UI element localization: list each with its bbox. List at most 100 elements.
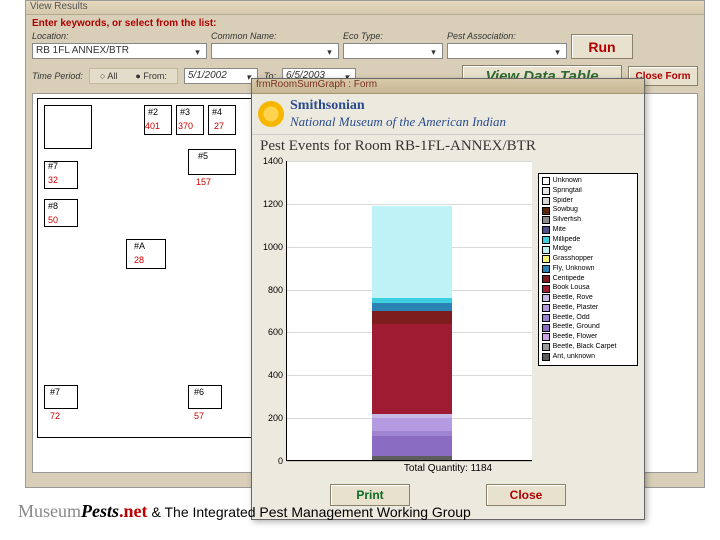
legend-item: Midge: [542, 245, 634, 254]
bar-segment: [372, 418, 452, 431]
bar-segment: [372, 456, 452, 460]
legend-label: Beetle, Flower: [553, 333, 598, 342]
legend-label: Unknown: [553, 177, 582, 186]
fp-tag: #6: [194, 387, 204, 397]
legend-item: Beetle, Flower: [542, 333, 634, 342]
fp-count: 32: [48, 175, 58, 185]
legend-item: Springtail: [542, 187, 634, 196]
bar-segment: [372, 303, 452, 312]
fp-count: 50: [48, 215, 58, 225]
from-date[interactable]: 5/1/2002: [184, 68, 258, 84]
fp-count: 28: [134, 255, 144, 265]
legend-label: Beetle, Black Carpet: [553, 343, 617, 352]
fp-tag: #A: [134, 241, 145, 251]
fp-tag: #7: [48, 161, 58, 171]
legend-label: Millipede: [553, 236, 581, 245]
legend-item: Sowbug: [542, 206, 634, 215]
location-combo[interactable]: RB 1FL ANNEX/BTR: [32, 43, 207, 59]
legend-swatch-icon: [542, 177, 550, 185]
fp-count: 157: [196, 177, 211, 187]
bar-segment: [372, 206, 452, 298]
org-name: Smithsonian: [290, 98, 506, 114]
fp-tag: #4: [212, 107, 222, 117]
legend-swatch-icon: [542, 304, 550, 312]
fp-count: 27: [214, 121, 224, 131]
popup-title: frmRoomSumGraph : Form: [252, 79, 644, 94]
legend-swatch-icon: [542, 226, 550, 234]
legend-swatch-icon: [542, 275, 550, 283]
common-name-label: Common Name:: [211, 31, 339, 41]
legend-swatch-icon: [542, 197, 550, 205]
legend-label: Beetle, Odd: [553, 314, 590, 323]
org-sub: National Museum of the American Indian: [290, 114, 506, 130]
legend-label: Centipede: [553, 275, 585, 284]
museumpests-logo: MuseumPests.net: [18, 501, 148, 522]
fp-count: 401: [145, 121, 160, 131]
legend-item: Unknown: [542, 177, 634, 186]
legend-label: Grasshopper: [553, 255, 593, 264]
window-title: View Results: [26, 1, 704, 15]
common-name-combo[interactable]: [211, 43, 339, 59]
legend-item: Beetle, Rove: [542, 294, 634, 303]
floorplan: #2 #3 #4 401 370 27 #7 32 #5 157 #8 50 #…: [37, 98, 269, 438]
legend-item: Beetle, Odd: [542, 314, 634, 323]
legend-swatch-icon: [542, 343, 550, 351]
legend-swatch-icon: [542, 324, 550, 332]
location-label: Location:: [32, 31, 207, 41]
bar-segment: [372, 311, 452, 324]
run-button[interactable]: Run: [571, 34, 633, 59]
legend-label: Beetle, Ground: [553, 323, 600, 332]
fp-tag: #2: [148, 107, 158, 117]
view-results-window: View Results Enter keywords, or select f…: [25, 0, 705, 488]
bar-segment: [372, 324, 452, 414]
legend-label: Midge: [553, 245, 572, 254]
legend-label: Book Lousa: [553, 284, 590, 293]
legend-swatch-icon: [542, 294, 550, 302]
legend-swatch-icon: [542, 255, 550, 263]
footer: MuseumPests.net & The Integrated Pest Ma…: [18, 501, 471, 522]
pest-assoc-combo[interactable]: [447, 43, 567, 59]
legend-swatch-icon: [542, 236, 550, 244]
fp-tag: #7: [50, 387, 60, 397]
legend-item: Millipede: [542, 236, 634, 245]
fp-count: 370: [178, 121, 193, 131]
smithsonian-header: Smithsonian National Museum of the Ameri…: [252, 94, 644, 135]
radio-from[interactable]: From:: [135, 71, 166, 81]
eco-type-label: Eco Type:: [343, 31, 443, 41]
legend-swatch-icon: [542, 216, 550, 224]
legend-item: Beetle, Black Carpet: [542, 343, 634, 352]
chart-title: Pest Events for Room RB-1FL-ANNEX/BTR: [252, 135, 644, 157]
legend-item: Silverfish: [542, 216, 634, 225]
legend-swatch-icon: [542, 314, 550, 322]
legend-item: Mite: [542, 226, 634, 235]
legend-swatch-icon: [542, 353, 550, 361]
chart-legend: UnknownSpringtailSpiderSowbugSilverfishM…: [538, 173, 638, 366]
legend-swatch-icon: [542, 285, 550, 293]
keyword-prompt: Enter keywords, or select from the list:: [26, 15, 704, 29]
legend-item: Book Lousa: [542, 284, 634, 293]
legend-label: Beetle, Plaster: [553, 304, 599, 313]
total-quantity: Total Quantity: 1184: [252, 461, 644, 474]
legend-item: Spider: [542, 197, 634, 206]
time-radio-group[interactable]: All From:: [89, 68, 178, 84]
legend-label: Springtail: [553, 187, 582, 196]
legend-label: Silverfish: [553, 216, 581, 225]
legend-item: Beetle, Ground: [542, 323, 634, 332]
fp-tag: #3: [180, 107, 190, 117]
legend-label: Sowbug: [553, 206, 578, 215]
room-sum-graph-popup: frmRoomSumGraph : Form Smithsonian Natio…: [251, 78, 645, 520]
legend-swatch-icon: [542, 265, 550, 273]
bar-segment: [372, 436, 452, 455]
radio-all[interactable]: All: [100, 71, 117, 81]
stacked-bar-chart: 0200400600800100012001400: [286, 161, 532, 461]
legend-item: Grasshopper: [542, 255, 634, 264]
eco-type-combo[interactable]: [343, 43, 443, 59]
fp-tag: #8: [48, 201, 58, 211]
time-period-label: Time Period:: [32, 71, 83, 81]
fp-tag: #5: [198, 151, 208, 161]
legend-swatch-icon: [542, 207, 550, 215]
legend-swatch-icon: [542, 187, 550, 195]
legend-swatch-icon: [542, 333, 550, 341]
popup-close-button[interactable]: Close: [486, 484, 566, 506]
legend-label: Beetle, Rove: [553, 294, 593, 303]
